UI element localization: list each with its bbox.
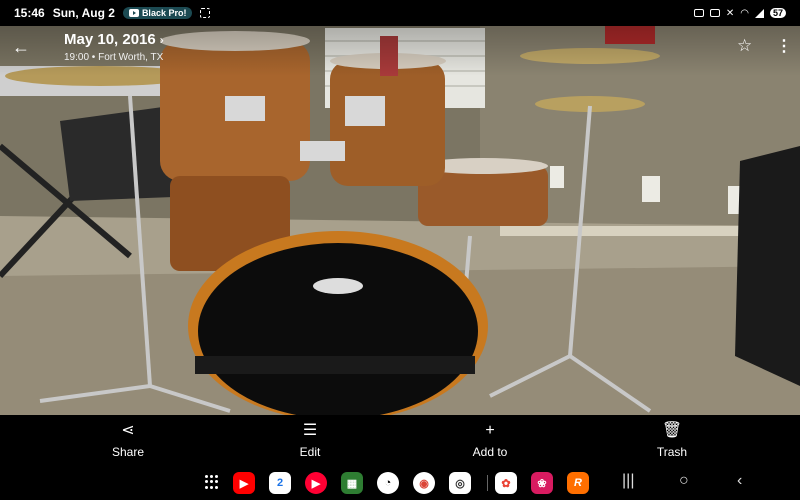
- notification-pill[interactable]: Black Pro!: [122, 7, 193, 19]
- share-icon: ⋖: [121, 422, 135, 439]
- plus-icon: +: [485, 422, 495, 439]
- status-time: 15:46: [14, 6, 45, 20]
- status-right: ✕ ◠ 57: [693, 7, 786, 19]
- cast-icon: [693, 9, 704, 17]
- reddit-app-icon[interactable]: R: [567, 472, 589, 494]
- star-icon: ☆: [737, 36, 753, 55]
- phone-link-app-icon[interactable]: ▦: [341, 472, 363, 494]
- signal-icon: [754, 8, 764, 18]
- status-left: 15:46 Sun, Aug 2 Black Pro!: [14, 6, 211, 20]
- app-drawer-icon[interactable]: [205, 475, 219, 489]
- trash-button[interactable]: 🗑 Trash: [632, 421, 712, 459]
- dock-divider: [487, 475, 488, 491]
- camera-app-icon[interactable]: ◎: [449, 472, 471, 494]
- edit-label: Edit: [299, 445, 321, 459]
- calendar-app-icon[interactable]: 2: [269, 472, 291, 494]
- blossom-app-icon[interactable]: ❀: [531, 472, 553, 494]
- photos-app-icon[interactable]: ✿: [495, 472, 517, 494]
- trash-label: Trash: [656, 445, 688, 459]
- screen-cast-icon: [709, 9, 720, 17]
- screenshot-icon: [200, 8, 211, 18]
- wifi-icon: ◠: [740, 7, 749, 19]
- chrome-app-icon[interactable]: ◉: [413, 472, 435, 494]
- home-icon: ○: [679, 472, 689, 489]
- more-options-button[interactable]: ⋮: [776, 36, 792, 56]
- photo-view[interactable]: [0, 26, 800, 415]
- calendar-day: 2: [276, 477, 284, 489]
- youtube-music-app-icon[interactable]: ▶: [305, 472, 327, 494]
- favorite-button[interactable]: ☆: [737, 36, 752, 56]
- share-button[interactable]: ⋖ Share: [88, 421, 168, 459]
- recents-icon: |||: [622, 472, 635, 489]
- add-to-label: Add to: [472, 445, 508, 459]
- clock-app-icon[interactable]: ◔: [377, 472, 399, 494]
- photo-date-link[interactable]: May 10, 2016 ›: [64, 31, 164, 48]
- youtube-icon: [128, 9, 139, 17]
- youtube-app-icon[interactable]: ▶: [233, 472, 255, 494]
- chevron-right-icon: ›: [159, 32, 164, 47]
- chevron-left-icon: ‹: [737, 472, 743, 489]
- share-label: Share: [111, 445, 145, 459]
- drum-kit-photo: [0, 26, 800, 415]
- mute-icon: ✕: [725, 7, 735, 19]
- more-vert-icon: ⋮: [776, 38, 792, 55]
- reddit-letter: R: [574, 477, 582, 489]
- nav-back-button[interactable]: ‹: [737, 472, 742, 490]
- home-button[interactable]: ○: [679, 472, 689, 490]
- taskbar: ▶ 2 ▶ ▦ ◔ ◉ ◎ ✿ ❀ R ||| ○ ‹: [0, 465, 800, 500]
- photo-details: 19:00 • Fort Worth, TX: [64, 52, 164, 63]
- notification-text: Black Pro!: [141, 8, 187, 18]
- status-date: Sun, Aug 2: [52, 6, 115, 20]
- add-to-button[interactable]: + Add to: [450, 421, 530, 459]
- recents-button[interactable]: |||: [622, 472, 634, 490]
- photo-date: May 10, 2016: [64, 31, 156, 48]
- edit-icon: ☰: [302, 422, 318, 439]
- action-bar: ⋖ Share ☰ Edit + Add to 🗑 Trash: [0, 415, 800, 465]
- status-bar: 15:46 Sun, Aug 2 Black Pro! ✕ ◠ 57: [0, 0, 800, 26]
- edit-button[interactable]: ☰ Edit: [270, 421, 350, 459]
- arrow-left-icon: ←: [12, 37, 30, 57]
- back-button[interactable]: ←: [10, 36, 32, 58]
- battery-level: 57: [769, 8, 786, 18]
- trash-icon: 🗑: [661, 422, 683, 439]
